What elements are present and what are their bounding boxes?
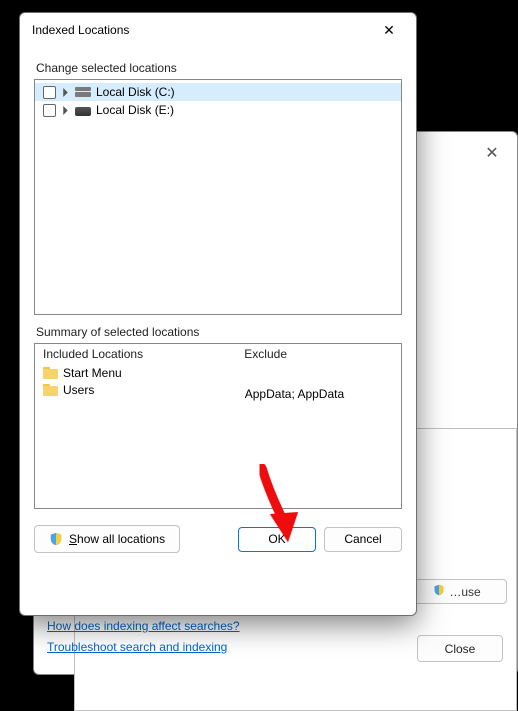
included-item-start-menu[interactable]: Start Menu: [43, 366, 228, 380]
dialog-button-row: Show all locations OK Cancel: [34, 525, 402, 553]
list-item-label: Users: [63, 383, 94, 397]
show-all-locations-button[interactable]: Show all locations: [34, 525, 180, 553]
dialog-title: Indexed Locations: [32, 23, 129, 37]
link-how-indexing-affects[interactable]: How does indexing affect searches?: [47, 619, 240, 633]
summary-box: Included Locations Exclude Start Menu Us…: [34, 343, 402, 509]
link-troubleshoot-indexing[interactable]: Troubleshoot search and indexing: [47, 640, 240, 654]
change-locations-label: Change selected locations: [36, 61, 402, 75]
tree-item-local-disk-e[interactable]: Local Disk (E:): [35, 101, 401, 119]
disk-icon: [75, 107, 91, 116]
summary-label: Summary of selected locations: [36, 325, 402, 339]
included-list[interactable]: Start Menu Users: [35, 366, 236, 508]
list-item-label: Start Menu: [63, 366, 122, 380]
close-icon: ✕: [485, 146, 498, 162]
dialog-body: Change selected locations Local Disk (C:…: [20, 47, 416, 615]
summary-header: Included Locations Exclude: [35, 344, 401, 366]
shield-icon: [433, 584, 445, 599]
dialog-close-button[interactable]: ✕: [368, 16, 410, 44]
locations-tree[interactable]: Local Disk (C:) Local Disk (E:): [34, 79, 402, 315]
parent-close-button-bottom[interactable]: Close: [417, 635, 503, 662]
tree-item-label: Local Disk (C:): [96, 85, 175, 99]
folder-icon: [43, 384, 58, 396]
tree-item-label: Local Disk (E:): [96, 103, 174, 117]
folder-icon: [43, 367, 58, 379]
exclude-list[interactable]: AppData; AppData: [237, 366, 401, 508]
shield-icon: [49, 532, 63, 546]
help-links: How does indexing affect searches? Troub…: [47, 619, 240, 654]
checkbox[interactable]: [43, 104, 56, 117]
ok-button[interactable]: OK: [238, 527, 316, 552]
checkbox[interactable]: [43, 86, 56, 99]
exclude-text: AppData; AppData: [245, 387, 393, 401]
tree-item-local-disk-c[interactable]: Local Disk (C:): [35, 83, 401, 101]
show-all-label: Show all locations: [69, 532, 165, 546]
included-item-users[interactable]: Users: [43, 383, 228, 397]
summary-content: Start Menu Users AppData; AppData: [35, 366, 401, 508]
close-icon: ✕: [383, 23, 395, 37]
indexed-locations-dialog: Indexed Locations ✕ Change selected loca…: [19, 12, 417, 616]
chevron-right-icon[interactable]: [61, 88, 70, 97]
disk-icon: [75, 86, 91, 98]
parent-close-button[interactable]: ✕: [475, 140, 509, 168]
title-bar: Indexed Locations ✕: [20, 13, 416, 47]
parent-button-pause[interactable]: …use: [407, 579, 507, 604]
cancel-button[interactable]: Cancel: [324, 527, 402, 552]
included-header: Included Locations: [35, 344, 236, 366]
exclude-header: Exclude: [236, 344, 401, 366]
chevron-right-icon[interactable]: [61, 106, 70, 115]
parent-close-row: Close: [417, 635, 503, 662]
